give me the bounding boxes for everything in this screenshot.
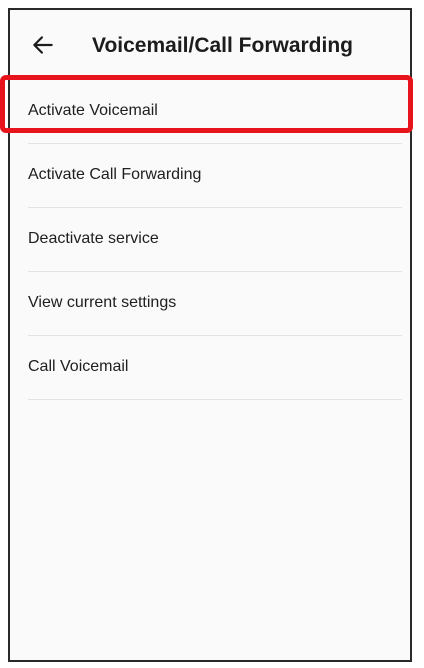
- menu-item-activate-voicemail[interactable]: Activate Voicemail: [10, 80, 410, 144]
- menu-item-view-current-settings[interactable]: View current settings: [10, 272, 410, 336]
- page-title: Voicemail/Call Forwarding: [92, 34, 354, 57]
- menu-list: Activate Voicemail Activate Call Forward…: [10, 80, 410, 400]
- menu-item-label: Call Voicemail: [28, 358, 129, 375]
- menu-item-label: Activate Voicemail: [28, 102, 158, 119]
- arrow-left-icon[interactable]: [30, 32, 56, 58]
- menu-item-label: View current settings: [28, 294, 177, 311]
- app-bar: Voicemail/Call Forwarding: [10, 10, 410, 80]
- menu-item-deactivate-service[interactable]: Deactivate service: [10, 208, 410, 272]
- menu-item-label: Deactivate service: [28, 230, 159, 247]
- menu-item-call-voicemail[interactable]: Call Voicemail: [10, 336, 410, 400]
- divider: [28, 399, 402, 400]
- menu-item-activate-call-forwarding[interactable]: Activate Call Forwarding: [10, 144, 410, 208]
- menu-item-label: Activate Call Forwarding: [28, 166, 202, 183]
- phone-screen-frame: Voicemail/Call Forwarding Activate Voice…: [8, 8, 412, 662]
